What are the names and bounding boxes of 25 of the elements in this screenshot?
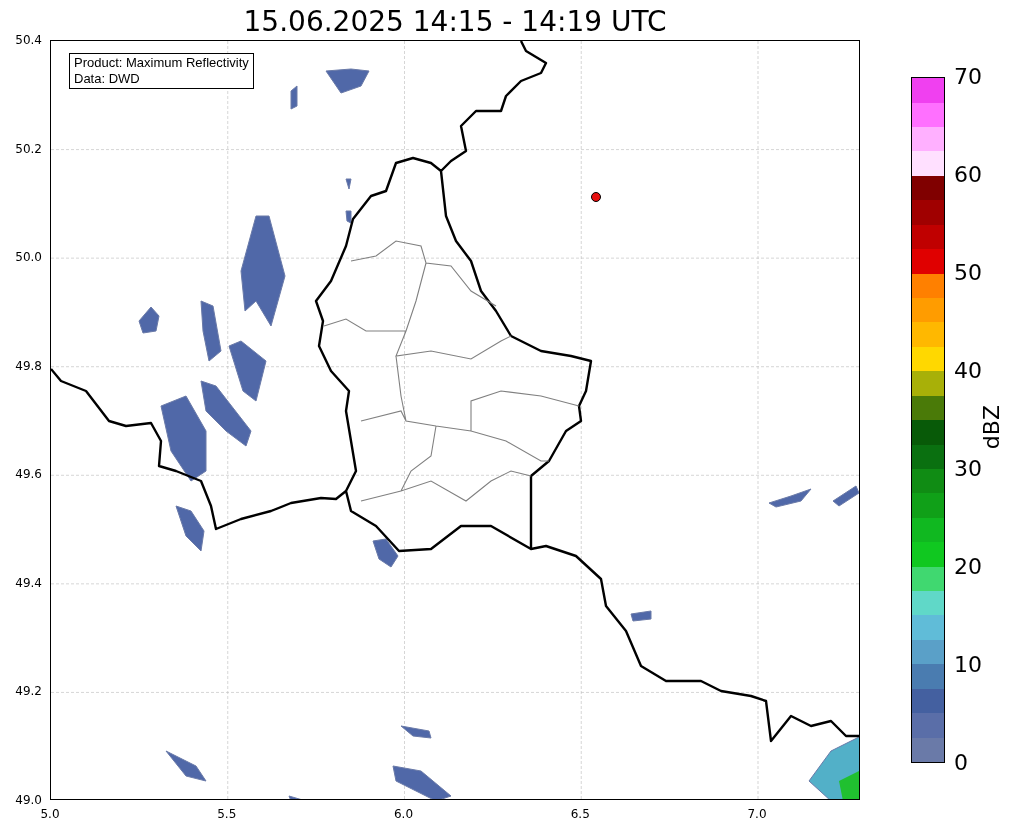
colorbar-tick-label: 40 <box>954 358 982 384</box>
chart-title: 15.06.2025 14:15 - 14:19 UTC <box>242 4 668 40</box>
colorbar-label: dBZ <box>978 405 1005 450</box>
y-tick-label: 50.4 <box>14 33 42 47</box>
x-tick-label: 7.0 <box>746 807 768 821</box>
y-tick-label: 49.6 <box>14 467 42 482</box>
x-tick-label: 6.0 <box>392 807 415 821</box>
x-tick-label: 6.5 <box>569 807 591 821</box>
colorbar-tick-label: 10 <box>954 652 982 678</box>
y-tick-label: 50.0 <box>14 250 42 265</box>
colorbar-tick-label: 50 <box>954 260 982 286</box>
x-tick-label: 5.0 <box>39 807 61 821</box>
y-tick-label: 49.8 <box>14 358 42 373</box>
y-tick-label: 50.2 <box>14 141 42 156</box>
colorbar-tick-label: 0 <box>954 750 968 776</box>
y-tick-label: 49.2 <box>14 684 42 699</box>
info-box: Product: Maximum Reflectivity Data: DWD <box>69 53 254 89</box>
y-tick-label: 49.0 <box>14 793 42 807</box>
colorbar-tick-label: 20 <box>954 554 982 580</box>
x-tick-label: 5.5 <box>216 807 238 821</box>
location-marker <box>591 192 601 202</box>
y-tick-label: 49.4 <box>14 575 42 590</box>
colorbar-tick-label: 70 <box>954 64 982 90</box>
colorbar-tick-label: 30 <box>954 456 982 482</box>
colorbar-tick-label: 60 <box>954 162 982 188</box>
